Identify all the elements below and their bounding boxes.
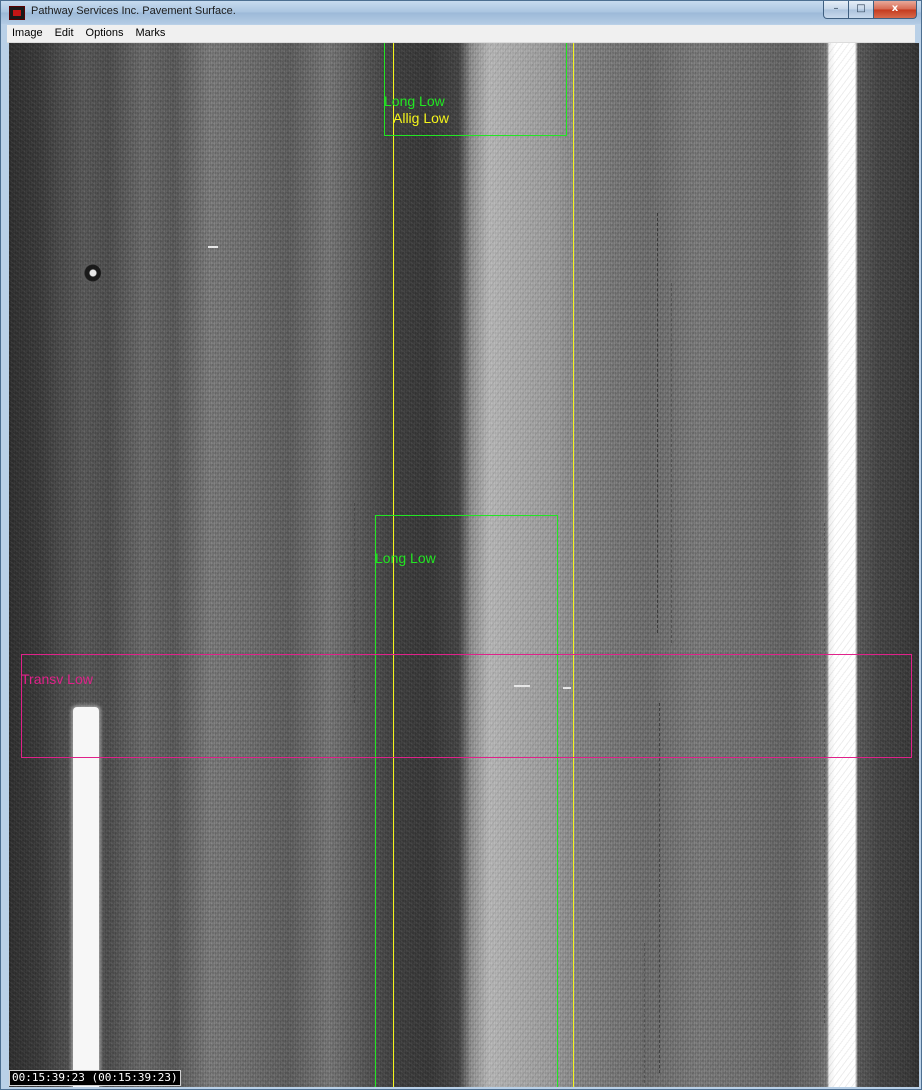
menu-options[interactable]: Options [80,25,130,42]
pavement-texture-fine [9,43,921,1087]
pavement-speck [514,685,530,687]
app-icon[interactable] [9,6,25,20]
caption-buttons: – □ x [823,1,917,20]
pavement-crack [824,523,825,1023]
menu-image[interactable]: Image [7,25,49,42]
road-reflector [81,264,101,282]
pavement-crack [644,943,645,1083]
minimize-button[interactable]: – [823,1,849,19]
menu-bar: Image Edit Options Marks [7,25,915,43]
window-right-border [919,43,921,1089]
pavement-crack [657,213,658,633]
mark-label-long-low-top: Long Low [384,93,445,109]
pavement-crack [671,283,672,643]
mark-label-long-low-middle: Long Low [375,550,436,566]
app-window: Pathway Services Inc. Pavement Surface. … [0,0,922,1090]
title-bar[interactable]: Pathway Services Inc. Pavement Surface. … [1,1,921,24]
pavement-speck [563,687,571,689]
window-title: Pathway Services Inc. Pavement Surface. [31,5,236,17]
menu-marks[interactable]: Marks [129,25,171,42]
timecode-readout: 00:15:39:23 (00:15:39:23) [9,1070,181,1086]
mark-label-allig-low: Allig Low [393,110,450,126]
guide-line-right [573,43,574,1087]
maximize-button[interactable]: □ [849,1,874,19]
pavement-speck [208,246,218,248]
pavement-crack [659,703,660,1073]
pavement-crack [354,503,355,703]
lane-paint-marking [73,707,99,1087]
mark-label-transv-low: Transv Low [21,671,93,687]
close-button[interactable]: x [874,1,917,19]
menu-edit[interactable]: Edit [49,25,80,42]
pavement-image-view[interactable]: Long Low Allig Low Long Low Transv Low [9,43,921,1087]
